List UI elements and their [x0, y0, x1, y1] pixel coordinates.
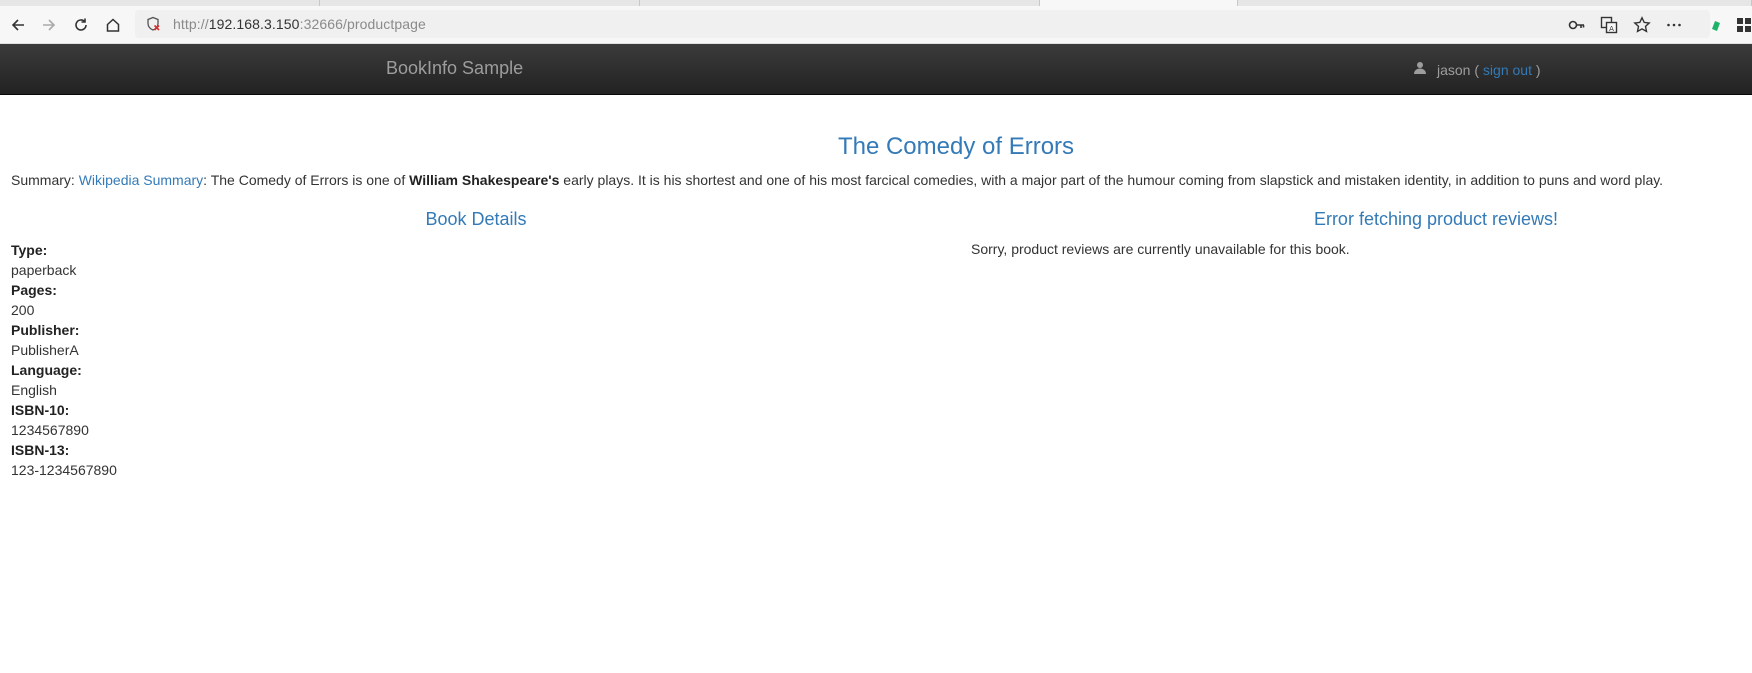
book-title: The Comedy of Errors [837, 133, 1075, 160]
close-paren: ) [1535, 61, 1541, 78]
isbn13-value: 123-1234567890 [11, 462, 117, 478]
translate-icon[interactable]: A [1599, 15, 1619, 35]
book-summary: Summary: Wikipedia Summary: The Comedy o… [11, 172, 1751, 188]
navbar-brand[interactable]: BookInfo Sample [386, 58, 523, 79]
key-icon[interactable] [1567, 15, 1587, 35]
browser-toolbar: http://192.168.3.150:32666/productpage A [0, 6, 1752, 44]
pages-value: 200 [11, 302, 35, 318]
url-host: 192.168.3.150 [208, 16, 300, 32]
sign-out-link[interactable]: sign out [1483, 62, 1532, 78]
forward-arrow-icon[interactable] [38, 14, 60, 36]
svg-text:A: A [1609, 25, 1614, 33]
grid-icon[interactable] [1734, 15, 1752, 35]
reviews-unavailable-message: Sorry, product reviews are currently una… [971, 241, 1350, 257]
summary-label: Summary: [11, 172, 75, 188]
reviews-error-heading: Error fetching product reviews! [1313, 209, 1559, 229]
language-label: Language: [11, 362, 82, 378]
url-text[interactable]: http://192.168.3.150:32666/productpage [173, 16, 426, 32]
summary-text-part2: early plays. It is his shortest and one … [563, 172, 1664, 188]
url-scheme: http:// [173, 16, 209, 32]
isbn13-label: ISBN-13: [11, 442, 70, 458]
book-details-list: Type: paperback Pages: 200 Publisher: Pu… [11, 240, 117, 480]
isbn10-label: ISBN-10: [11, 402, 70, 418]
pages-label: Pages: [11, 282, 57, 298]
book-details-heading: Book Details [425, 209, 527, 229]
wikipedia-summary-link[interactable]: Wikipedia Summary [79, 172, 203, 188]
app-navbar: BookInfo Sample jason ( sign out ) [0, 44, 1752, 95]
back-arrow-icon[interactable] [7, 14, 29, 36]
more-icon[interactable] [1664, 15, 1684, 35]
extension-icon[interactable] [1706, 15, 1726, 35]
publisher-value: PublisherA [11, 342, 79, 358]
url-path: :32666/productpage [299, 16, 426, 32]
open-paren: ( [1474, 61, 1480, 78]
reload-icon[interactable] [70, 14, 92, 36]
insecure-shield-icon[interactable] [145, 16, 161, 35]
address-bar[interactable]: http://192.168.3.150:32666/productpage [135, 10, 1710, 38]
home-icon[interactable] [102, 14, 124, 36]
type-value: paperback [11, 262, 77, 278]
user-icon [1413, 61, 1427, 78]
user-menu: jason ( sign out ) [1413, 61, 1541, 78]
summary-text-part1: : The Comedy of Errors is one of [203, 172, 406, 188]
summary-author: William Shakespeare's [409, 172, 560, 188]
star-icon[interactable] [1632, 15, 1652, 35]
publisher-label: Publisher: [11, 322, 80, 338]
username: jason [1437, 61, 1471, 78]
language-value: English [11, 382, 57, 398]
type-label: Type: [11, 242, 48, 258]
isbn10-value: 1234567890 [11, 422, 89, 438]
